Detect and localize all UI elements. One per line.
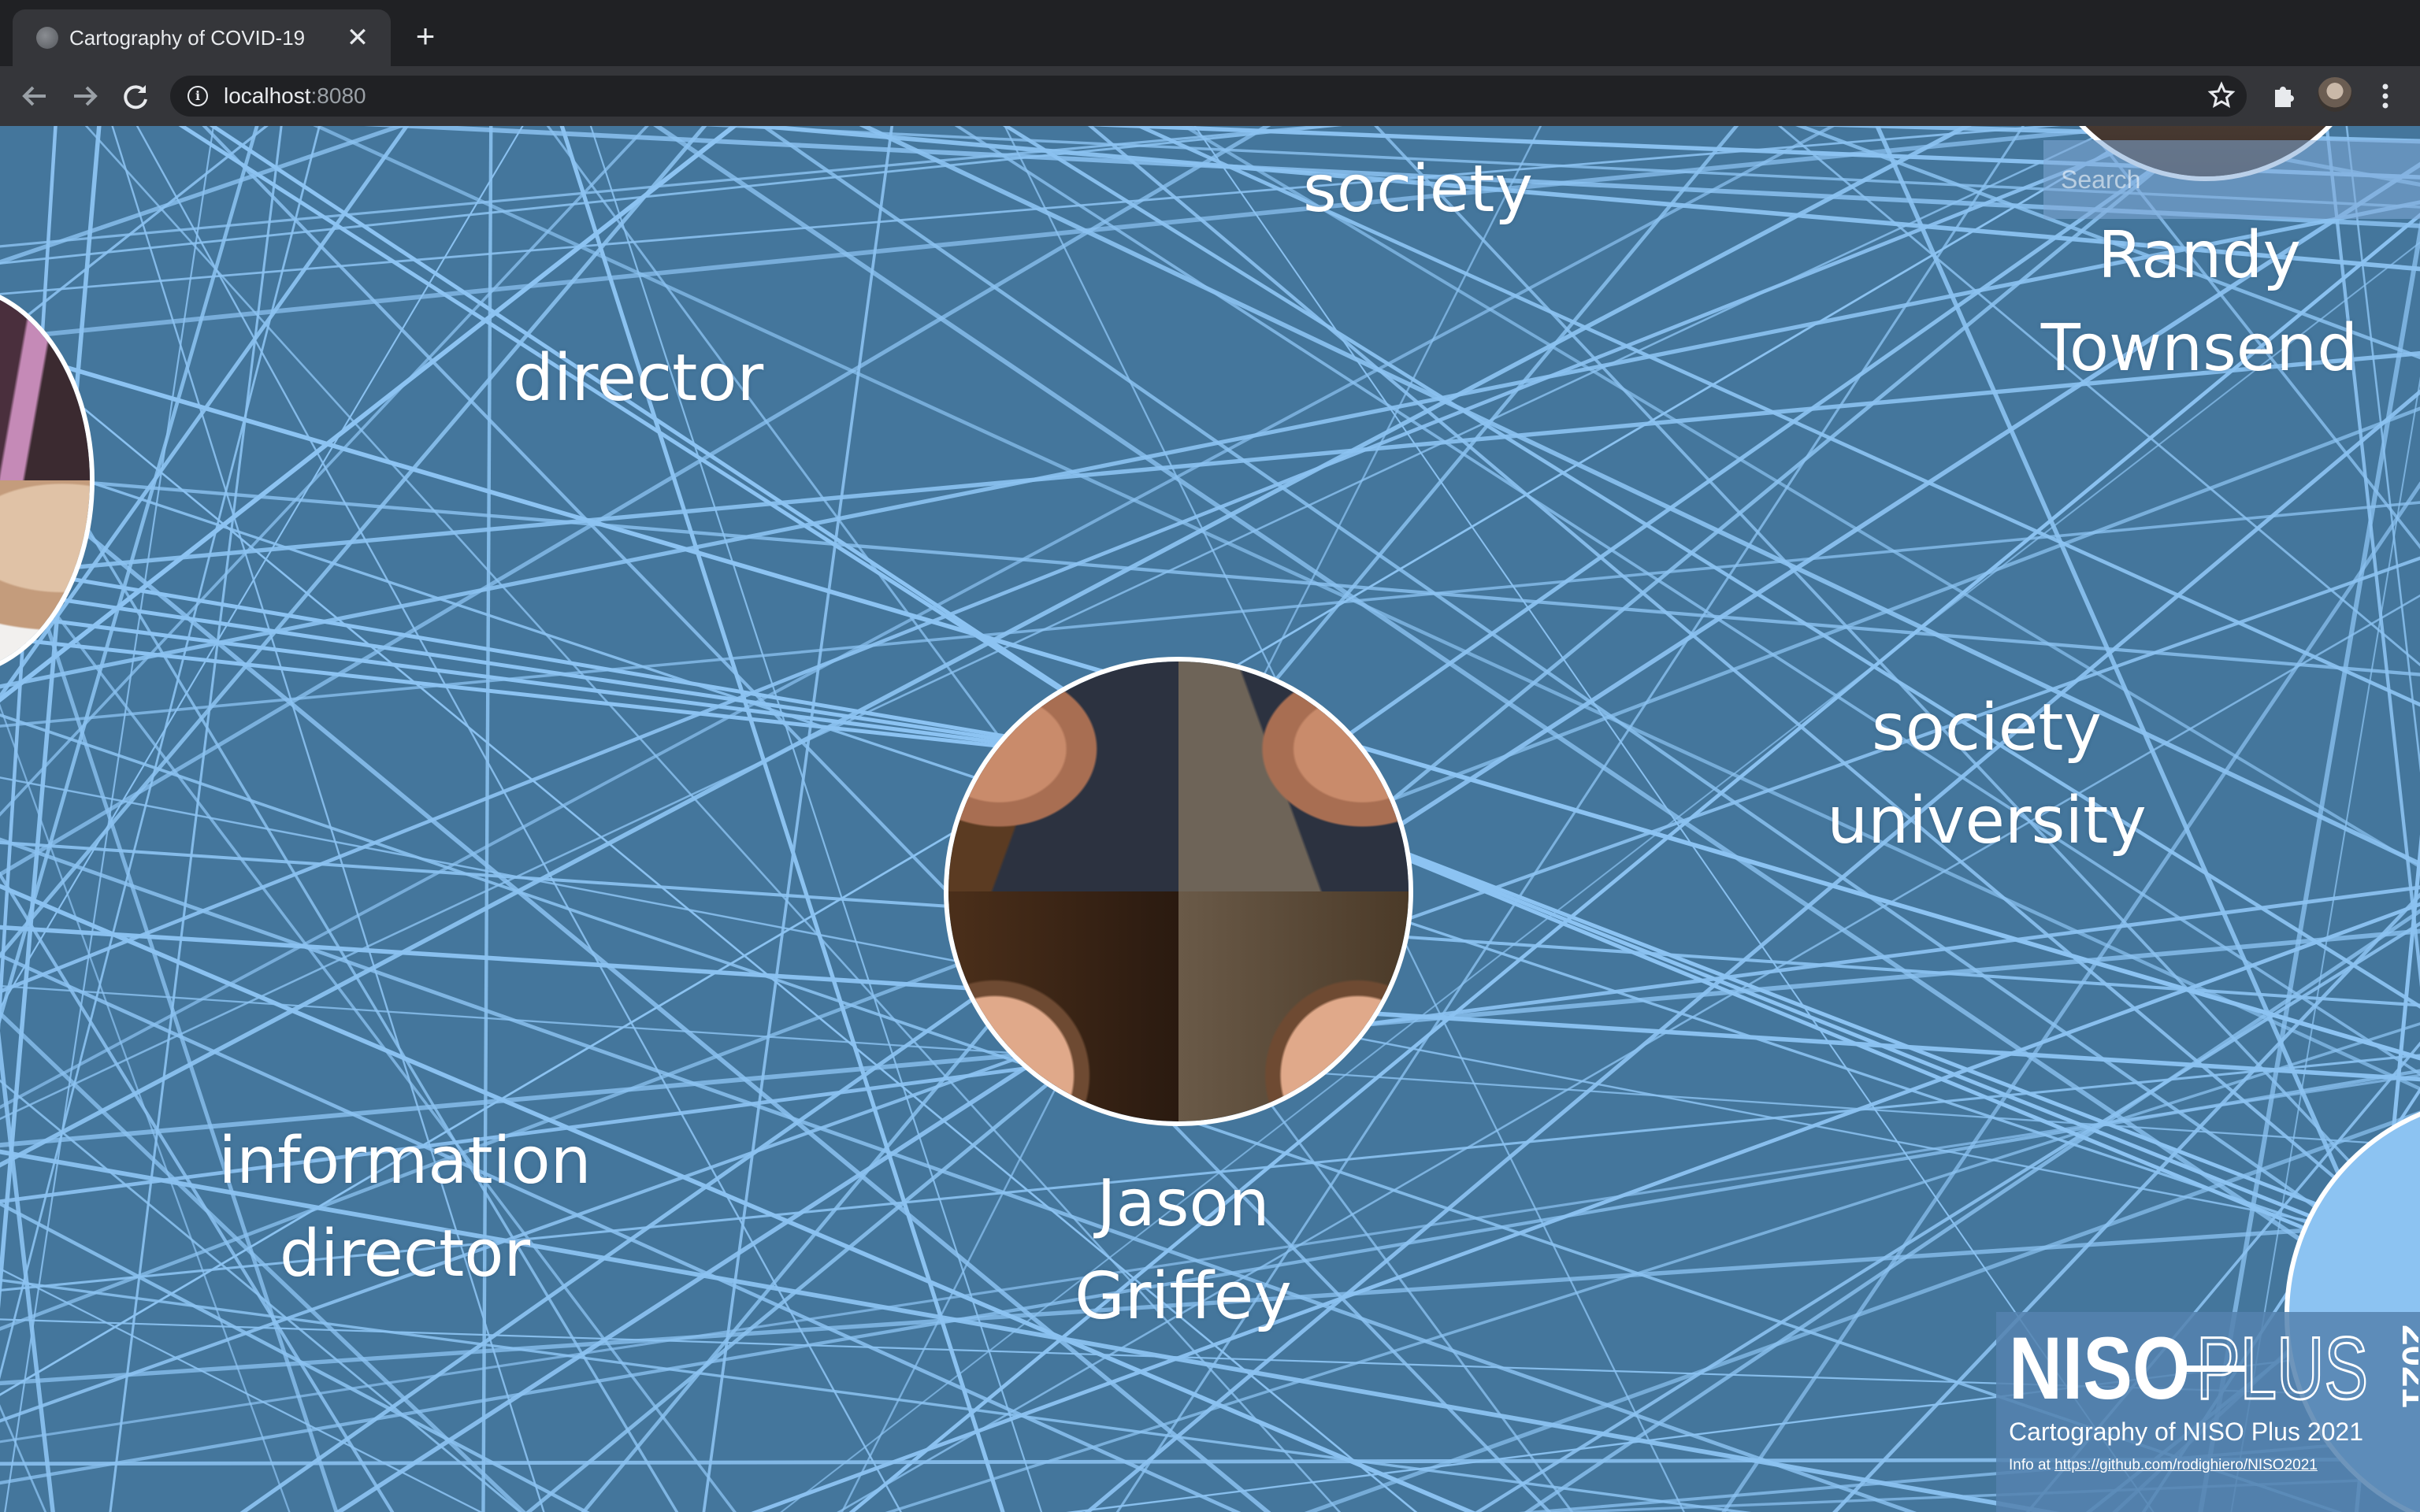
info-icon[interactable]: i — [187, 86, 208, 106]
profile-avatar[interactable] — [2318, 77, 2352, 112]
close-tab-icon[interactable]: ✕ — [342, 22, 373, 54]
reload-icon[interactable] — [117, 77, 154, 115]
kebab-menu-icon[interactable] — [2366, 77, 2404, 115]
browser-tab[interactable]: Cartography of COVID-19 ✕ — [13, 9, 391, 66]
person-name-line: Griffey — [1075, 1259, 1292, 1334]
new-tab-button[interactable]: + — [406, 17, 444, 55]
extensions-icon[interactable] — [2264, 77, 2302, 115]
network-edge — [481, 126, 493, 1512]
globe-icon — [36, 27, 58, 49]
github-link[interactable]: https://github.com/rodighiero/NISO2021 — [2054, 1457, 2318, 1473]
keyword-line: society — [1872, 691, 2102, 765]
person-label-randy-townsend[interactable]: Randy Townsend — [2041, 209, 2359, 395]
keyword-line: director — [279, 1217, 531, 1292]
svg-text:NISO: NISO — [2009, 1320, 2190, 1414]
star-icon[interactable] — [2207, 80, 2236, 119]
keyword-line: university — [1827, 784, 2147, 858]
address-bar[interactable]: i localhost:8080 — [170, 76, 2247, 117]
browser-toolbar: i localhost:8080 — [0, 66, 2420, 126]
person-avatar-left[interactable] — [0, 284, 95, 677]
url-text[interactable]: localhost:8080 — [224, 82, 366, 110]
map-canvas[interactable]: society director society university info… — [0, 126, 2420, 1512]
search-input[interactable] — [2043, 140, 2420, 219]
person-avatar-center[interactable] — [944, 657, 1413, 1126]
person-name-line: Jason — [1097, 1166, 1270, 1241]
person-name-line: Randy — [2098, 218, 2301, 293]
tab-strip: Cartography of COVID-19 ✕ + — [0, 0, 2420, 66]
forward-arrow-icon[interactable] — [66, 77, 104, 115]
niso-subtitle: Cartography of NISO Plus 2021 — [2009, 1418, 2364, 1446]
keyword-information-director: information director — [218, 1115, 591, 1301]
niso-plus-badge: NISO PLUS 2021 Cartography of NISO Plus … — [1996, 1312, 2420, 1512]
niso-info: Info at https://github.com/rodighiero/NI… — [2009, 1454, 2318, 1477]
person-name-line: Townsend — [2040, 311, 2359, 386]
back-arrow-icon[interactable] — [16, 77, 54, 115]
keyword-society-top: society — [1303, 152, 1533, 227]
keyword-director: director — [512, 341, 764, 416]
keyword-society-university: society university — [1827, 682, 2147, 868]
tab-title: Cartography of COVID-19 — [69, 26, 306, 50]
svg-text:2021: 2021 — [2395, 1325, 2418, 1408]
info-prefix: Info at — [2009, 1457, 2055, 1473]
keyword-line: information — [218, 1124, 592, 1199]
niso-plus-logo: NISO PLUS 2021 — [2009, 1320, 2418, 1414]
person-label-jason-griffey[interactable]: Jason Griffey — [1075, 1158, 1292, 1343]
